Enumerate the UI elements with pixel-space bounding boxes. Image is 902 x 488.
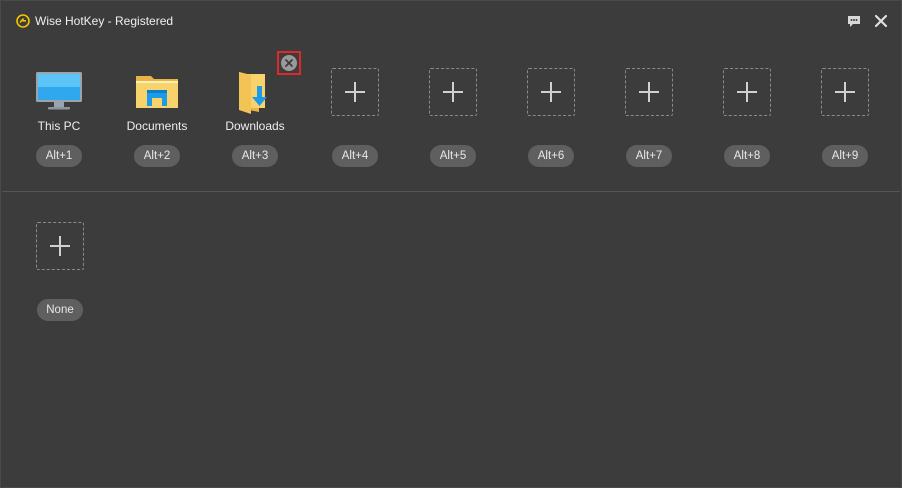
slot-this-pc[interactable]: This PC Alt+1 [14, 63, 104, 183]
slot-alt-8[interactable]: Alt+8 [702, 63, 792, 183]
main-window: Wise HotKey - Registered This PC Alt+1 D… [0, 0, 902, 488]
slot-alt-4[interactable]: Alt+4 [310, 63, 400, 183]
hotkey-pill[interactable]: Alt+4 [332, 145, 378, 167]
add-icon[interactable] [331, 68, 379, 116]
slot-alt-9[interactable]: Alt+9 [800, 63, 890, 183]
slot-label: This PC [37, 119, 81, 133]
remove-slot-button[interactable] [277, 51, 301, 75]
hotkey-pill[interactable]: Alt+1 [36, 145, 82, 167]
slot-alt-6[interactable]: Alt+6 [506, 63, 596, 183]
slot-label: Documents [126, 119, 188, 133]
slot-alt-5[interactable]: Alt+5 [408, 63, 498, 183]
hotkey-pill[interactable]: Alt+8 [724, 145, 770, 167]
hotkey-pill[interactable]: Alt+2 [134, 145, 180, 167]
hotkey-pill[interactable]: None [37, 299, 83, 321]
add-icon[interactable] [429, 68, 477, 116]
add-icon[interactable] [723, 68, 771, 116]
hotkey-pill[interactable]: Alt+9 [822, 145, 868, 167]
slot-label: Downloads [225, 119, 285, 133]
folder-documents-icon [136, 76, 178, 108]
slot-downloads[interactable]: Downloads Alt+3 [210, 63, 300, 183]
add-icon[interactable] [36, 222, 84, 270]
window-title: Wise HotKey - Registered [35, 14, 174, 28]
feedback-icon[interactable] [846, 13, 862, 29]
remove-icon [281, 55, 297, 71]
hotkey-pill[interactable]: Alt+6 [528, 145, 574, 167]
slot-documents[interactable]: Documents Alt+2 [112, 63, 202, 183]
app-logo-icon [16, 14, 30, 28]
add-icon[interactable] [821, 68, 869, 116]
monitor-icon [36, 72, 82, 110]
section-divider [2, 191, 900, 192]
title-bar[interactable]: Wise HotKey - Registered [1, 1, 901, 41]
hotkey-pill[interactable]: Alt+3 [232, 145, 278, 167]
slot-extra[interactable]: None [15, 217, 105, 337]
slot-alt-7[interactable]: Alt+7 [604, 63, 694, 183]
hotkey-pill[interactable]: Alt+5 [430, 145, 476, 167]
add-icon[interactable] [625, 68, 673, 116]
add-icon[interactable] [527, 68, 575, 116]
hotkey-pill[interactable]: Alt+7 [626, 145, 672, 167]
folder-downloads-icon [239, 72, 267, 114]
close-icon[interactable] [873, 13, 889, 29]
